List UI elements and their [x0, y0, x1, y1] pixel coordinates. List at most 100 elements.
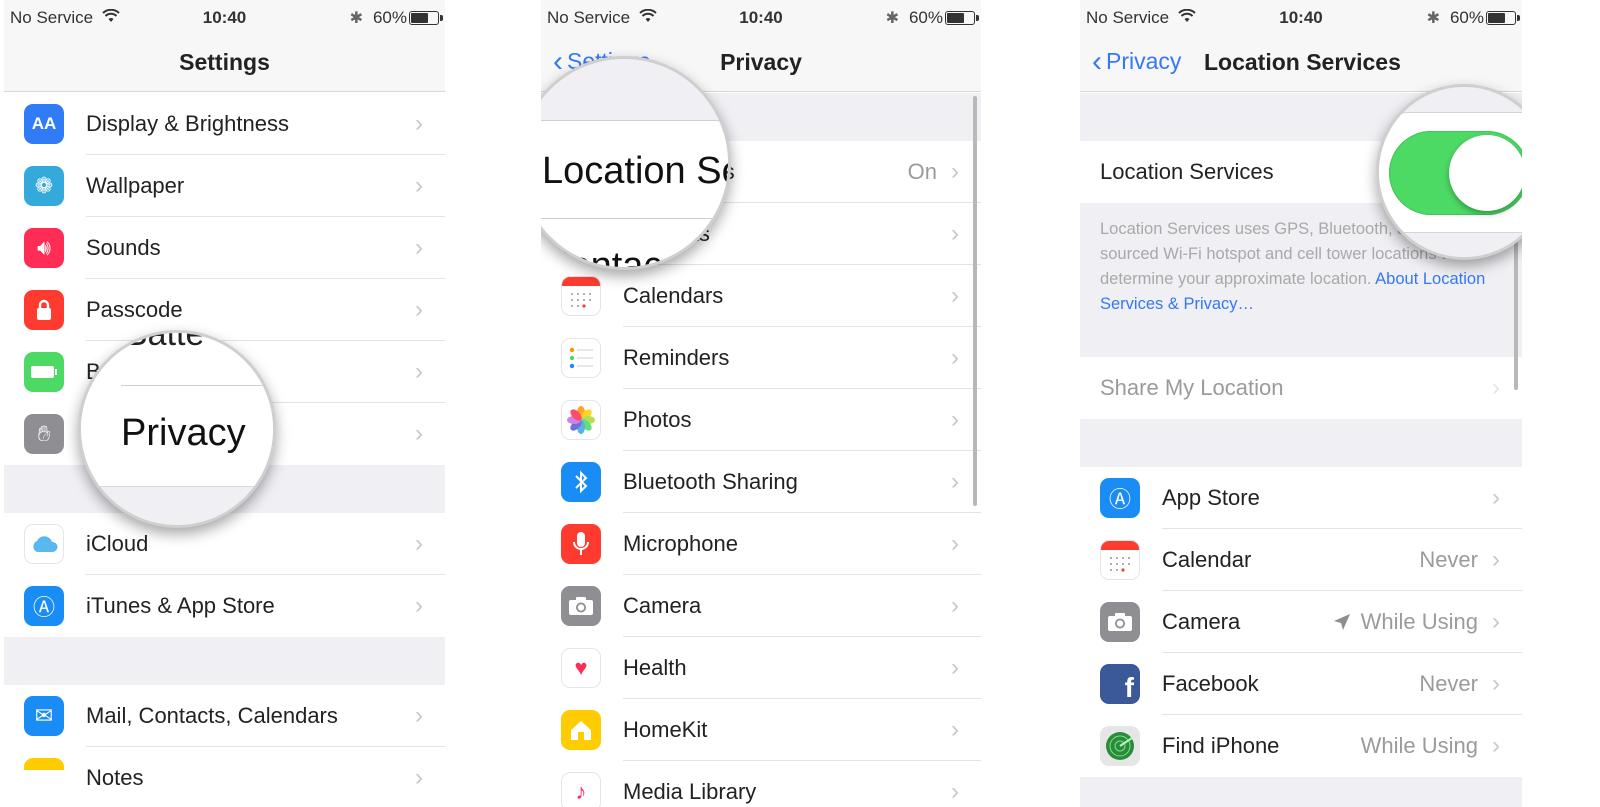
- row-label: Find iPhone: [1162, 733, 1280, 758]
- magnifier-location-toggle: [1376, 84, 1522, 260]
- magnified-battery-label: Batte: [125, 333, 205, 353]
- privacy-hand-icon: ✋︎: [24, 414, 64, 454]
- battery-icon: [945, 11, 979, 25]
- calendar-icon: [561, 276, 601, 316]
- chevron-right-icon: ›: [951, 716, 959, 743]
- chevron-right-icon: ›: [951, 654, 959, 681]
- privacy-row-photos[interactable]: Photos ›: [541, 389, 981, 451]
- battery-icon: [24, 352, 64, 392]
- settings-screen: No Service 10:40 ✱ 60% Settings AA Displ…: [4, 0, 445, 807]
- find-iphone-radar-icon: [1100, 726, 1140, 766]
- battery-percent: 60%: [908, 8, 943, 27]
- row-label: Mail, Contacts, Calendars: [86, 703, 338, 728]
- row-label: Notes: [86, 765, 144, 790]
- back-button[interactable]: ‹ Privacy: [1092, 44, 1182, 78]
- privacy-row-reminders[interactable]: Reminders ›: [541, 327, 981, 389]
- magnified-location-label: Location Se: [542, 150, 731, 192]
- privacy-row-health[interactable]: ♥ Health ›: [541, 637, 981, 699]
- chevron-right-icon: ›: [951, 778, 959, 805]
- chevron-right-icon: ›: [415, 234, 423, 261]
- battery-icon: [409, 11, 443, 25]
- settings-row-itunes-app-store[interactable]: Ⓐ iTunes & App Store ›: [4, 575, 445, 637]
- row-label: Reminders: [623, 345, 730, 370]
- passcode-lock-icon: [24, 290, 64, 330]
- privacy-row-camera[interactable]: Camera ›: [541, 575, 981, 637]
- chevron-right-icon: ›: [951, 592, 959, 619]
- row-label: Health: [623, 655, 687, 680]
- app-store-icon: Ⓐ: [24, 586, 64, 626]
- settings-row-notes[interactable]: Notes ›: [4, 747, 445, 807]
- app-row-find-iphone[interactable]: Find iPhone While Using ›: [1080, 715, 1522, 777]
- location-services-screen: No Service 10:40 ✱ 60% ‹ Privacy Locatio…: [1080, 0, 1522, 807]
- app-row-facebook[interactable]: f Facebook Never ›: [1080, 653, 1522, 715]
- chevron-right-icon: ›: [951, 158, 959, 185]
- chevron-right-icon: ›: [415, 110, 423, 137]
- row-label: Wallpaper: [86, 173, 185, 198]
- row-label: Share My Location: [1100, 375, 1284, 400]
- row-value: On: [907, 159, 937, 184]
- privacy-row-microphone[interactable]: Microphone ›: [541, 513, 981, 575]
- chevron-right-icon: ›: [1492, 546, 1500, 573]
- chevron-right-icon: ›: [951, 282, 959, 309]
- scrollbar[interactable]: [1514, 240, 1518, 390]
- chevron-left-icon: ‹: [1092, 44, 1102, 78]
- chevron-right-icon: ›: [951, 406, 959, 433]
- row-label: Microphone: [623, 531, 738, 556]
- privacy-row-media-library[interactable]: ♪ Media Library ›: [541, 761, 981, 807]
- settings-row-passcode[interactable]: Passcode ›: [4, 279, 445, 341]
- row-label: App Store: [1162, 485, 1260, 510]
- settings-row-sounds[interactable]: 🔊︎ Sounds ›: [4, 217, 445, 279]
- music-icon: ♪: [561, 772, 601, 807]
- chevron-right-icon: ›: [415, 530, 423, 557]
- magnified-privacy-label: Privacy: [121, 412, 246, 454]
- notes-icon: [24, 758, 64, 798]
- row-label: iCloud: [86, 531, 149, 556]
- chevron-right-icon: ›: [415, 296, 423, 323]
- back-label: Privacy: [1106, 48, 1182, 74]
- camera-icon: [561, 586, 601, 626]
- chevron-right-icon: ›: [415, 358, 423, 385]
- nav-bar: Settings: [4, 36, 445, 92]
- location-arrow-icon: [1333, 614, 1350, 630]
- microphone-icon: [561, 524, 601, 564]
- settings-row-display-brightness[interactable]: AA Display & Brightness ›: [4, 93, 445, 155]
- row-label: Sounds: [86, 235, 161, 260]
- chevron-right-icon: ›: [415, 172, 423, 199]
- row-value: While Using: [1360, 733, 1478, 758]
- privacy-screen: No Service 10:40 ✱ 60% ‹ Settings Privac…: [541, 0, 981, 807]
- chevron-right-icon: ›: [951, 468, 959, 495]
- calendar-icon: [1100, 540, 1140, 580]
- row-label: Calendars: [623, 283, 724, 308]
- share-my-location-row[interactable]: Share My Location ›: [1080, 357, 1522, 419]
- row-label: Media Library: [623, 779, 757, 804]
- magnifier-location-services: Location Se Contac: [541, 56, 731, 270]
- settings-row-mail[interactable]: ✉︎ Mail, Contacts, Calendars ›: [4, 685, 445, 747]
- page-title: Location Services: [1204, 49, 1401, 75]
- battery-percent: 60%: [372, 8, 407, 27]
- privacy-row-homekit[interactable]: HomeKit ›: [541, 699, 981, 761]
- privacy-row-calendars[interactable]: Calendars ›: [541, 265, 981, 327]
- row-label: Calendar: [1162, 547, 1252, 572]
- chevron-right-icon: ›: [951, 530, 959, 557]
- location-services-toggle[interactable]: [1389, 131, 1522, 215]
- camera-icon: [1100, 602, 1140, 642]
- privacy-row-bluetooth-sharing[interactable]: Bluetooth Sharing ›: [541, 451, 981, 513]
- magnifier-privacy: Batte Privacy: [78, 330, 276, 528]
- app-row-camera[interactable]: Camera While Using ›: [1080, 591, 1522, 653]
- homekit-house-icon: [561, 710, 601, 750]
- app-row-app-store[interactable]: Ⓐ App Store ›: [1080, 467, 1522, 529]
- chevron-right-icon: ›: [951, 220, 959, 247]
- app-row-calendar[interactable]: Calendar Never ›: [1080, 529, 1522, 591]
- sounds-speaker-icon: 🔊︎: [24, 228, 64, 268]
- chevron-right-icon: ›: [415, 420, 423, 447]
- scrollbar[interactable]: [973, 96, 977, 506]
- chevron-right-icon: ›: [1492, 732, 1500, 759]
- status-bar: No Service 10:40 ✱ 60%: [4, 0, 445, 36]
- bluetooth-icon: ✱: [885, 10, 899, 27]
- settings-row-wallpaper[interactable]: ❁ Wallpaper ›: [4, 155, 445, 217]
- bluetooth-icon: ✱: [1426, 10, 1440, 27]
- row-label: Bluetooth Sharing: [623, 469, 798, 494]
- app-store-icon: Ⓐ: [1100, 478, 1140, 518]
- row-label: Facebook: [1162, 671, 1259, 696]
- status-bar: No Service 10:40 ✱ 60%: [541, 0, 981, 36]
